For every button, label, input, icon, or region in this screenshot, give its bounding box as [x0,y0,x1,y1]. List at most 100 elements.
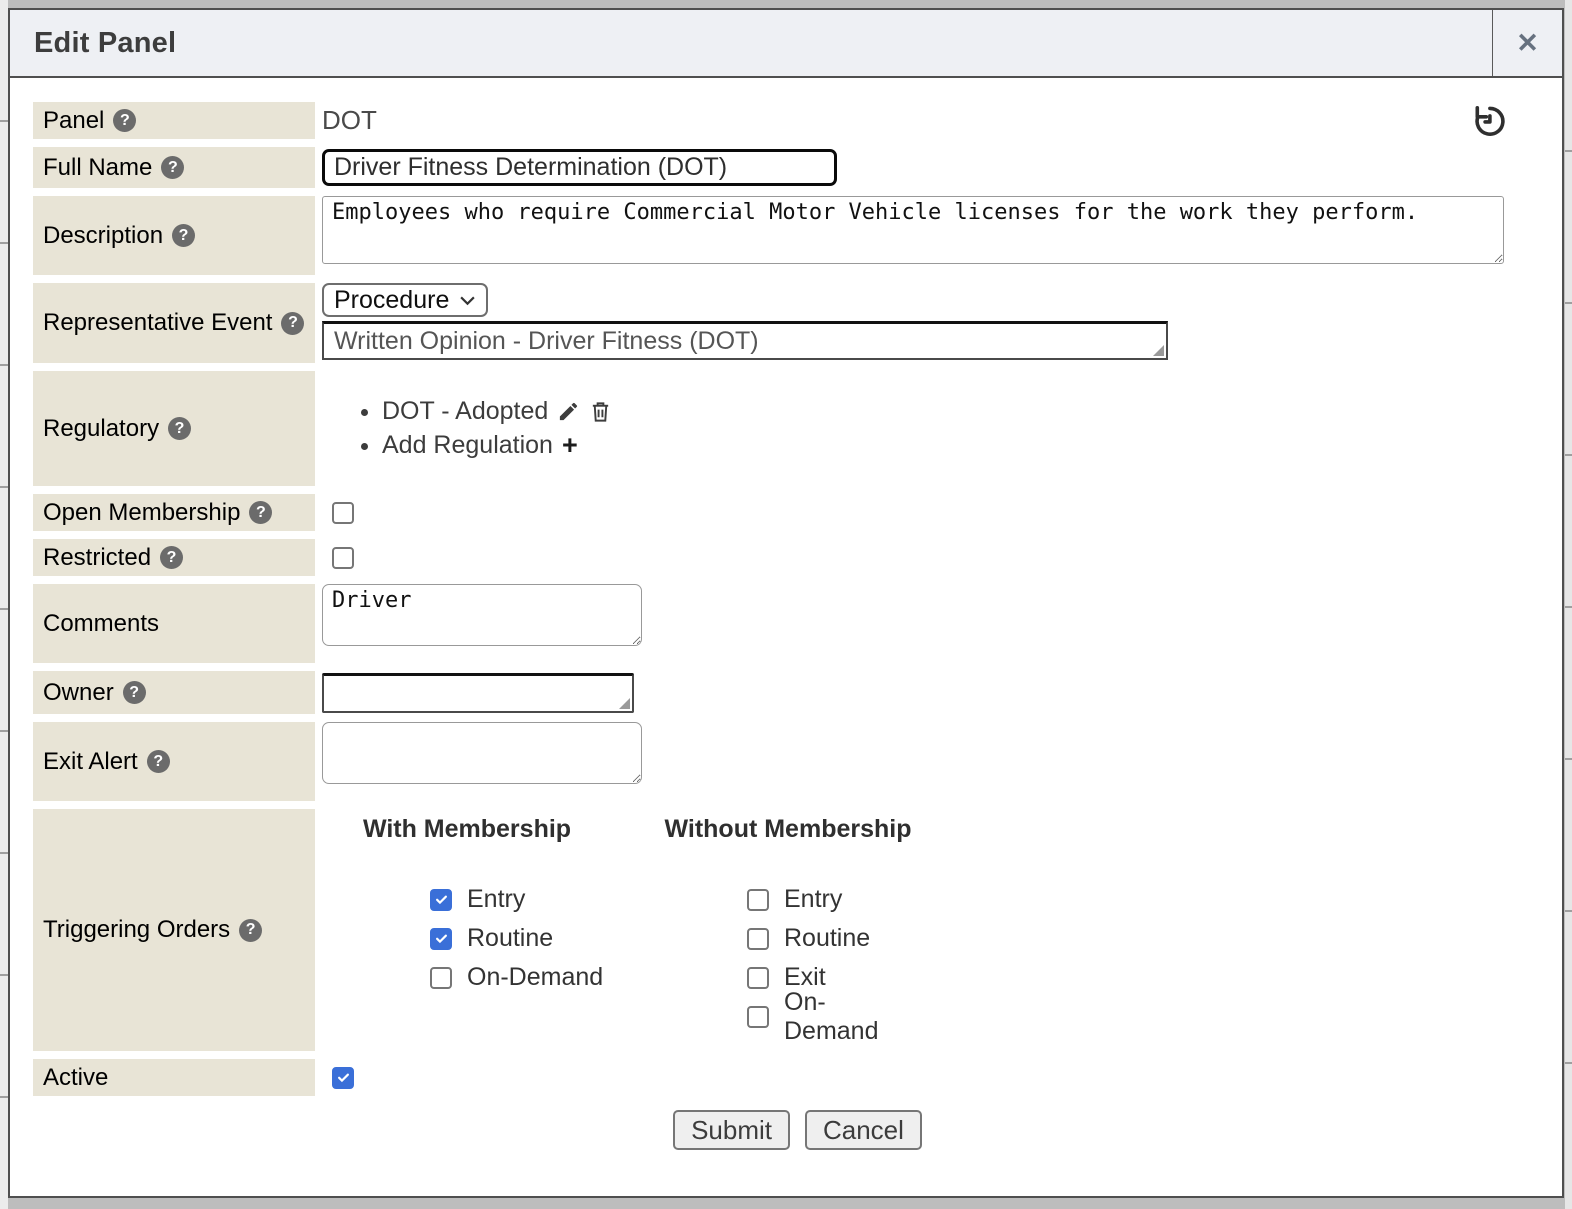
comments-label: Comments [43,610,159,638]
with-membership-header: With Membership [322,815,612,844]
without-routine-option: Routine [747,919,919,958]
edit-panel-form: Panel ? DOT Full Name ? [10,78,1562,1150]
description-label: Description [43,222,163,250]
comments-label-cell: Comments [33,584,315,663]
representative-event-row: Representative Event ? Procedure Written… [33,283,1562,363]
page-background-right [1565,0,1572,1209]
with-ondemand-checkbox[interactable] [430,967,452,989]
full-name-label-cell: Full Name ? [33,147,315,188]
comments-textarea[interactable]: Driver [322,584,642,646]
restricted-checkbox[interactable] [332,547,354,569]
full-name-input[interactable] [322,149,837,186]
active-label: Active [43,1064,108,1092]
open-membership-checkbox[interactable] [332,502,354,524]
panel-value: DOT [322,105,377,136]
restricted-label: Restricted [43,544,151,572]
triggering-orders-label: Triggering Orders [43,916,230,944]
full-name-row: Full Name ? [33,147,1562,188]
active-label-cell: Active [33,1059,315,1096]
description-textarea[interactable]: Employees who require Commercial Motor V… [322,196,1504,264]
without-ondemand-label: On-Demand [784,988,919,1046]
with-ondemand-label: On-Demand [467,963,603,992]
event-type-selected: Procedure [334,286,449,315]
owner-row: Owner ? [33,671,1562,714]
help-icon[interactable]: ? [160,546,183,569]
without-membership-header: Without Membership [657,815,919,844]
form-actions: Submit Cancel [33,1110,1562,1150]
owner-label-cell: Owner ? [33,671,315,714]
submit-button[interactable]: Submit [673,1110,790,1150]
description-row: Description ? Employees who require Comm… [33,196,1562,275]
close-button[interactable]: ✕ [1492,10,1562,76]
panel-label-cell: Panel ? [33,102,315,139]
help-icon[interactable]: ? [172,224,195,247]
help-icon[interactable]: ? [239,919,262,942]
delete-trash-icon[interactable] [589,400,612,423]
full-name-label: Full Name [43,154,152,182]
add-regulation-label: Add Regulation [382,431,553,460]
triggering-orders-label-cell: Triggering Orders ? [33,809,315,1051]
cancel-button[interactable]: Cancel [805,1110,922,1150]
add-plus-icon[interactable]: + [562,432,578,459]
with-membership-column: With Membership Entry [322,815,612,1036]
open-membership-label: Open Membership [43,499,240,527]
edit-pencil-icon[interactable] [557,400,580,423]
owner-combobox[interactable] [322,673,634,713]
help-icon[interactable]: ? [168,417,191,440]
dialog-title: Edit Panel [10,10,1492,76]
panel-row: Panel ? DOT [33,102,1562,139]
without-exit-checkbox[interactable] [747,967,769,989]
with-entry-option: Entry [430,880,612,919]
help-icon[interactable]: ? [249,501,272,524]
open-membership-label-cell: Open Membership ? [33,494,315,531]
regulatory-label-cell: Regulatory ? [33,371,315,486]
without-entry-checkbox[interactable] [747,889,769,911]
with-routine-checkbox[interactable] [430,928,452,950]
restricted-row: Restricted ? [33,539,1562,576]
with-routine-label: Routine [467,924,553,953]
open-membership-row: Open Membership ? [33,494,1562,531]
without-entry-option: Entry [747,880,919,919]
regulatory-label: Regulatory [43,415,159,443]
without-routine-checkbox[interactable] [747,928,769,950]
exit-alert-label-cell: Exit Alert ? [33,722,315,801]
regulatory-item: DOT - Adopted [382,397,612,426]
dialog-header: Edit Panel ✕ [10,10,1562,78]
with-ondemand-option: On-Demand [430,958,612,997]
with-entry-label: Entry [467,885,525,914]
active-row: Active [33,1059,1562,1096]
help-icon[interactable]: ? [147,750,170,773]
page-background-left [0,0,8,1209]
without-routine-label: Routine [784,924,870,953]
representative-event-label: Representative Event [43,309,272,337]
add-regulation-item: Add Regulation + [382,431,612,460]
with-routine-option: Routine [430,919,612,958]
edit-panel-dialog: Edit Panel ✕ Panel ? DOT [8,8,1564,1198]
comments-row: Comments Driver [33,584,1562,663]
representative-event-combobox[interactable]: Written Opinion - Driver Fitness (DOT) [322,321,1168,360]
help-icon[interactable]: ? [123,681,146,704]
event-type-select[interactable]: Procedure [322,283,488,317]
history-icon[interactable] [1471,103,1507,139]
representative-event-value: Written Opinion - Driver Fitness (DOT) [334,327,759,356]
restricted-label-cell: Restricted ? [33,539,315,576]
representative-event-label-cell: Representative Event ? [33,283,315,363]
active-checkbox[interactable] [332,1067,354,1089]
exit-alert-textarea[interactable] [322,722,642,784]
without-entry-label: Entry [784,885,842,914]
without-ondemand-option: On-Demand [747,997,919,1036]
without-membership-column: Without Membership Entry [657,815,919,1036]
help-icon[interactable]: ? [161,156,184,179]
exit-alert-label: Exit Alert [43,748,138,776]
exit-alert-row: Exit Alert ? [33,722,1562,801]
regulatory-list: DOT - Adopted Add Regulation + [322,397,612,465]
panel-label: Panel [43,107,104,135]
with-entry-checkbox[interactable] [430,889,452,911]
help-icon[interactable]: ? [281,312,304,335]
close-icon: ✕ [1516,30,1539,57]
description-label-cell: Description ? [33,196,315,275]
without-ondemand-checkbox[interactable] [747,1006,769,1028]
chevron-down-icon [459,295,476,306]
help-icon[interactable]: ? [113,109,136,132]
regulatory-row: Regulatory ? DOT - Adopted [33,371,1562,486]
